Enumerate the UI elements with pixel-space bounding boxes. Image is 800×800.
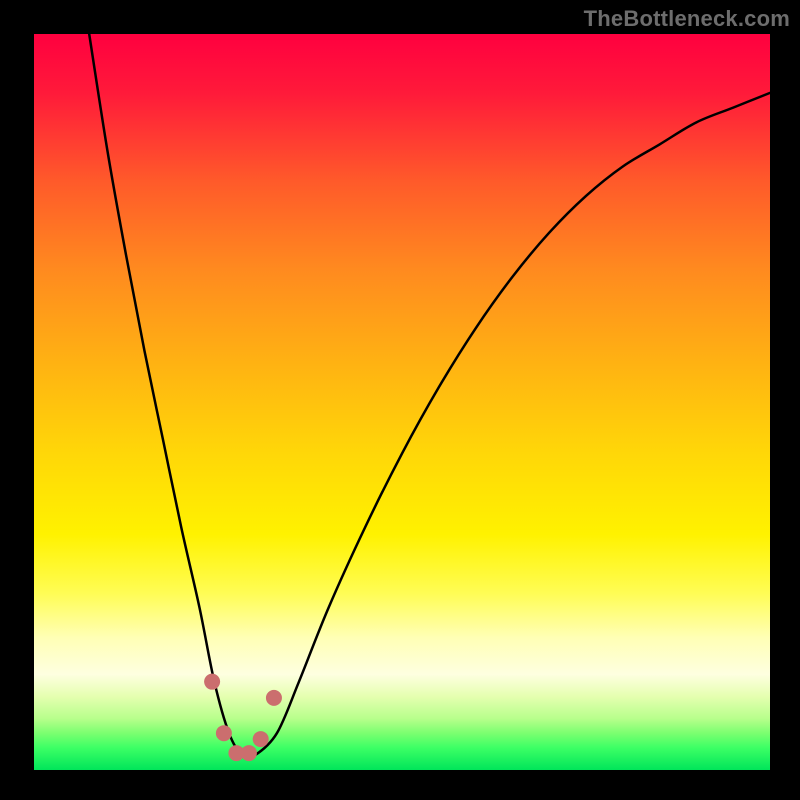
watermark-text: TheBottleneck.com bbox=[584, 6, 790, 32]
curve-marker bbox=[266, 690, 282, 706]
curve-marker bbox=[216, 725, 232, 741]
bottleneck-curve bbox=[89, 34, 770, 758]
curve-markers bbox=[204, 674, 282, 761]
chart-frame: TheBottleneck.com bbox=[0, 0, 800, 800]
curve-marker bbox=[253, 731, 269, 747]
curve-marker bbox=[204, 674, 220, 690]
curve-marker bbox=[241, 745, 257, 761]
plot-area bbox=[34, 34, 770, 770]
curve-svg bbox=[34, 34, 770, 770]
